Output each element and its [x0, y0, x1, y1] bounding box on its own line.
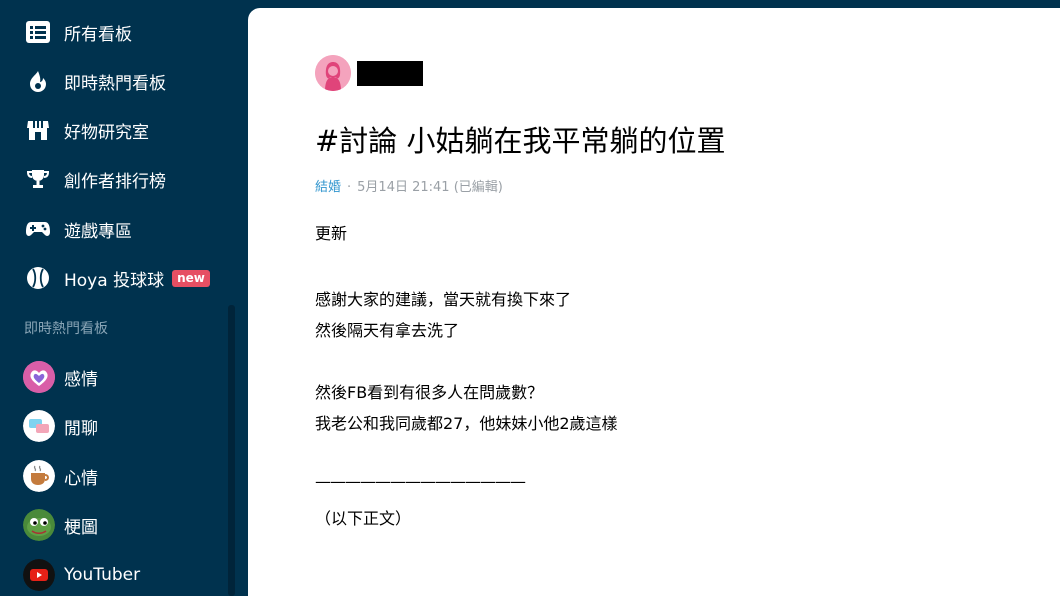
new-badge: new	[172, 269, 210, 287]
post-title: #討論 小姑躺在我平常躺的位置	[315, 124, 726, 158]
forum-label: 梗圖	[64, 517, 98, 538]
redacted-author-name	[357, 60, 423, 86]
post-line: 感謝大家的建議，當天就有換下來了	[315, 290, 572, 309]
post-date: 5月14日 21:41	[357, 180, 450, 195]
nav-item-games[interactable]: 遊戲專區	[24, 214, 234, 244]
frog-icon	[23, 509, 55, 541]
post-line: 更新	[315, 224, 348, 243]
post-container: #討論 小姑躺在我平常躺的位置 結婚 · 5月14日 21:41 (已編輯) 更新 …	[248, 8, 1060, 596]
nav-item-hoya[interactable]: Hoya 投球球 new	[24, 263, 234, 293]
nav-item-creator-ranking[interactable]: 創作者排行榜	[24, 164, 234, 194]
forum-item-chat[interactable]: 閒聊	[23, 410, 233, 442]
baseball-icon	[24, 264, 52, 292]
post-author[interactable]	[315, 55, 423, 91]
youtube-icon	[23, 559, 55, 591]
forum-item-meme[interactable]: 梗圖	[23, 509, 233, 541]
nav-item-all-boards[interactable]: 所有看板	[24, 17, 234, 47]
female-avatar-icon	[315, 55, 351, 91]
post-edited-flag: (已編輯)	[453, 180, 503, 195]
post-line: 然後隔天有拿去洗了	[315, 321, 460, 340]
post-forum-link[interactable]: 結婚	[315, 180, 341, 195]
sidebar-scrollbar[interactable]	[228, 305, 235, 596]
nav-item-hot-boards[interactable]: 即時熱門看板	[24, 66, 234, 96]
nav-label: 好物研究室	[64, 122, 149, 143]
nav-label: 即時熱門看板	[64, 73, 166, 94]
post-line: ——————————————	[315, 472, 526, 491]
fire-icon	[24, 67, 52, 95]
forum-label: 閒聊	[64, 418, 98, 439]
heart-icon	[23, 361, 55, 393]
post-line: 我老公和我同歲都27，他妹妹小他2歲這樣	[315, 414, 618, 433]
forum-label: 感情	[64, 369, 98, 390]
meta-separator: ·	[347, 180, 352, 195]
forum-item-mood[interactable]: 心情	[23, 460, 233, 492]
post-line: （以下正文）	[315, 509, 412, 528]
nav-item-good-stuff[interactable]: 好物研究室	[24, 115, 234, 145]
forum-item-youtuber[interactable]: YouTuber	[23, 559, 233, 591]
trophy-icon	[24, 165, 52, 193]
forum-label: YouTuber	[64, 565, 141, 585]
nav-label: 創作者排行榜	[64, 171, 166, 192]
section-title: 即時熱門看板	[24, 321, 108, 337]
nav-label: 所有看板	[64, 24, 132, 45]
coffee-icon	[23, 460, 55, 492]
sidebar: 所有看板 即時熱門看板 好物研究室 創作者排行榜 遊戲專區 Hoya 投球球 n…	[0, 0, 248, 596]
post-line: 然後FB看到有很多人在問歲數？	[315, 383, 544, 402]
gamepad-icon	[24, 215, 52, 243]
post-meta: 結婚 · 5月14日 21:41 (已編輯)	[315, 176, 503, 195]
list-icon	[24, 18, 52, 46]
store-icon	[24, 116, 52, 144]
nav-label: 遊戲專區	[64, 221, 132, 242]
chat-icon	[23, 410, 55, 442]
forum-item-relationship[interactable]: 感情	[23, 361, 233, 393]
nav-label: Hoya 投球球	[64, 270, 165, 291]
forum-label: 心情	[64, 468, 98, 489]
